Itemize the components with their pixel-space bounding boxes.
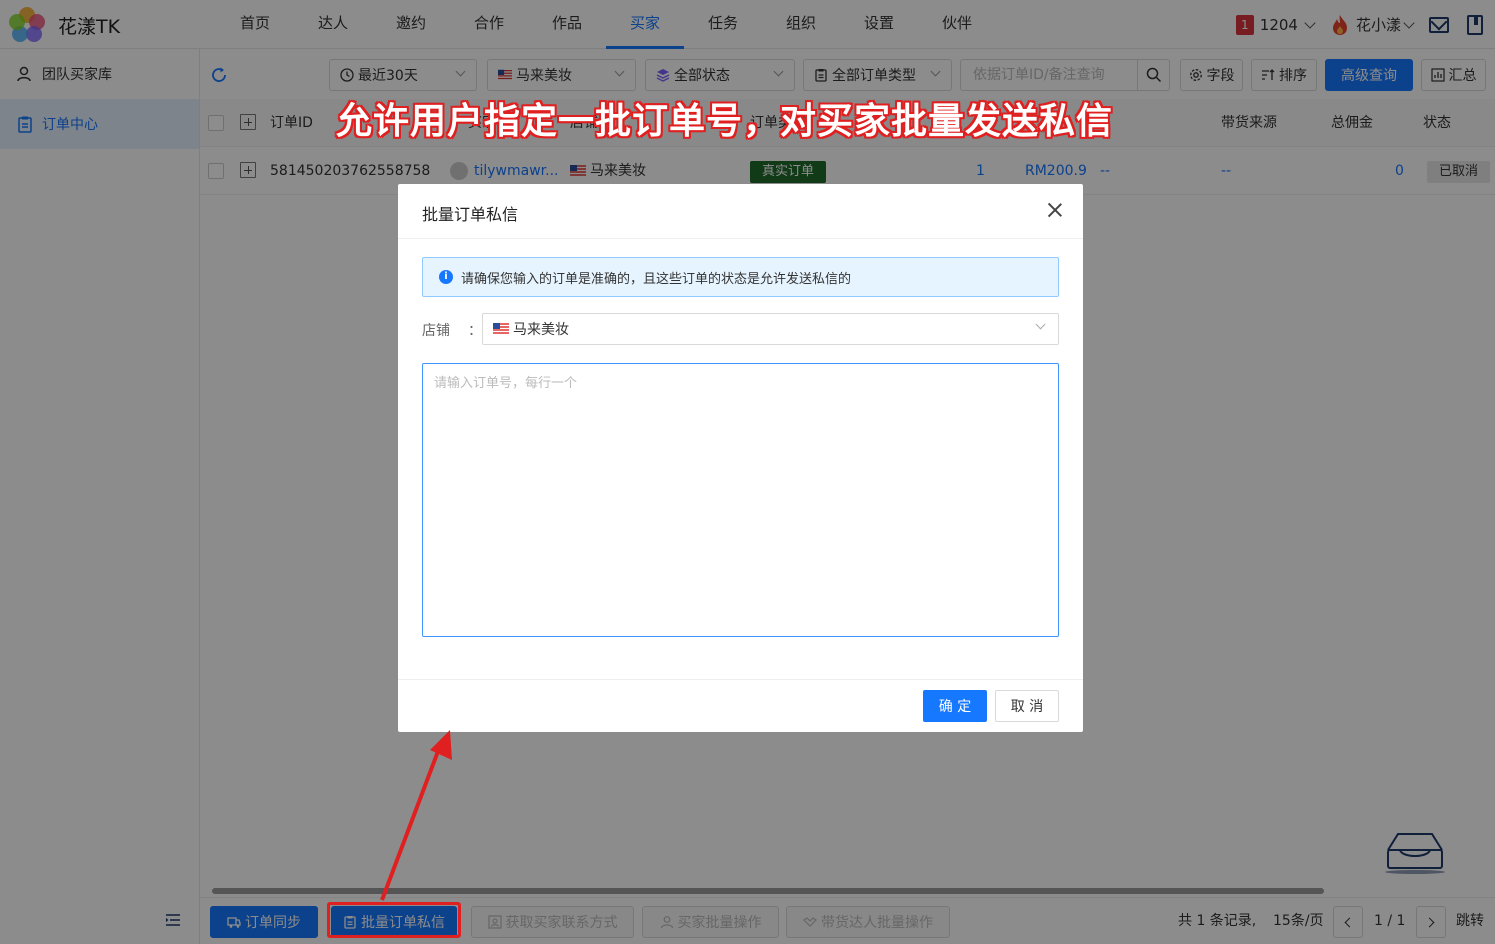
- chevron-down-icon: [1035, 319, 1046, 330]
- shop-select-value: 马来美妆: [513, 322, 569, 338]
- shop-select[interactable]: 马来美妆: [482, 313, 1059, 345]
- modal-title: 批量订单私信: [422, 205, 519, 224]
- modal-footer: 确 定 取 消: [398, 679, 1083, 732]
- alert-text: 请确保您输入的订单是准确的，且这些订单的状态是允许发送私信的: [461, 271, 852, 287]
- shop-field-colon: ：: [468, 323, 482, 339]
- us-flag-icon: [493, 323, 509, 335]
- info-alert: i 请确保您输入的订单是准确的，且这些订单的状态是允许发送私信的: [422, 257, 1059, 297]
- annotation-caption: 允许用户指定一批订单号，对买家批量发送私信: [336, 101, 1114, 142]
- batch-message-modal: 批量订单私信 i 请确保您输入的订单是准确的，且这些订单的状态是允许发送私信的 …: [398, 184, 1083, 732]
- close-icon[interactable]: [1047, 202, 1063, 218]
- cancel-button[interactable]: 取 消: [995, 690, 1059, 722]
- info-icon: i: [439, 270, 453, 284]
- shop-field-label: 店铺: [422, 323, 450, 339]
- annotation-arrow-icon: [380, 730, 452, 901]
- order-ids-textarea[interactable]: [422, 363, 1059, 637]
- modal-header: 批量订单私信: [398, 184, 1083, 239]
- confirm-button[interactable]: 确 定: [923, 690, 987, 722]
